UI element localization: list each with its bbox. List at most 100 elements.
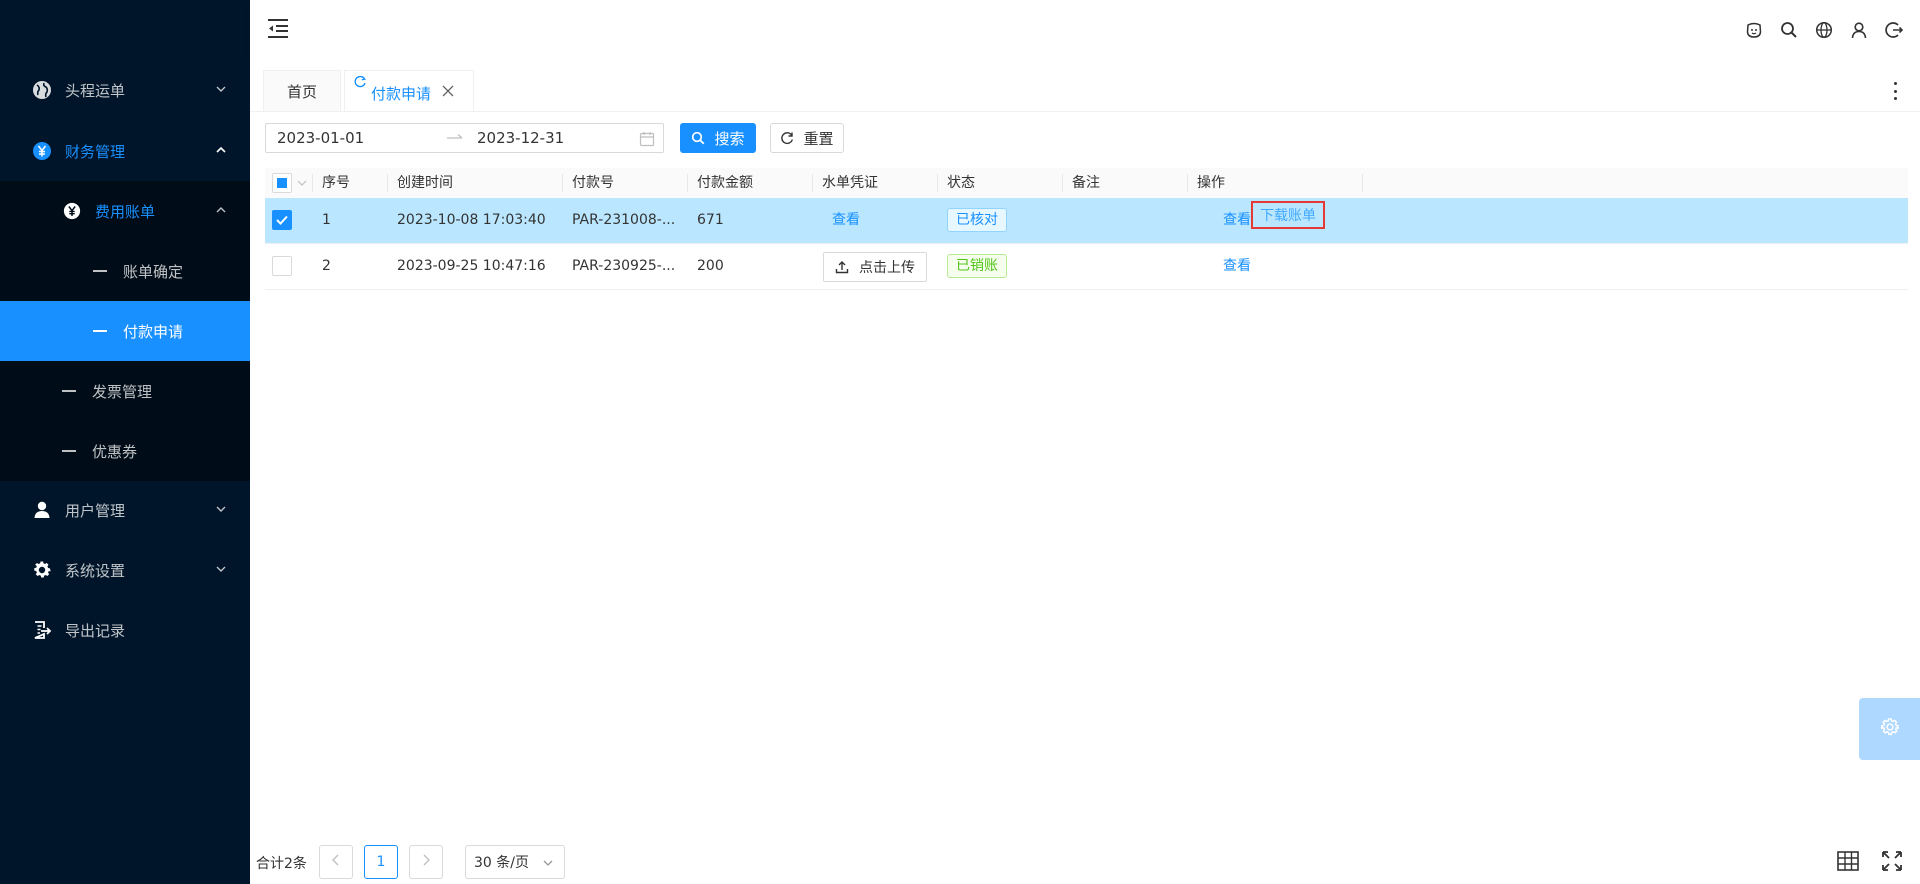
chevron-up-icon	[214, 143, 228, 157]
sidebar-item-label: 头程运单	[65, 81, 126, 100]
close-icon[interactable]	[441, 84, 455, 98]
dash-marker	[62, 390, 76, 392]
cell-actions: 查看 下载账单	[1187, 198, 1362, 243]
yen-circle-icon	[61, 200, 83, 222]
cell-remark	[1062, 244, 1187, 289]
column-header: 付款金额	[687, 168, 812, 198]
tab-label: 首页	[286, 82, 317, 101]
upload-button[interactable]: 点击上传	[823, 252, 927, 282]
view-link[interactable]: 查看	[1223, 244, 1251, 289]
view-link[interactable]: 查看	[1223, 198, 1251, 243]
fullscreen-icon[interactable]	[1879, 848, 1905, 874]
table-row[interactable]: 1 2023-10-08 17:03:40 PAR-231008-... 671…	[265, 198, 1908, 244]
gear-icon	[1879, 716, 1901, 742]
floating-settings-button[interactable]	[1859, 698, 1920, 760]
sidebar-item-label: 费用账单	[95, 202, 156, 221]
sidebar-item-label: 发票管理	[92, 382, 153, 401]
select-all-checkbox[interactable]	[272, 173, 292, 193]
next-page-button[interactable]	[409, 845, 443, 879]
robot-icon[interactable]	[1742, 18, 1766, 42]
sidebar-item-label: 系统设置	[65, 561, 126, 580]
page-size-select[interactable]: 30 条/页	[465, 845, 565, 879]
sidebar-item-label: 用户管理	[65, 501, 126, 520]
sidebar-item-coupon[interactable]: 优惠券	[0, 421, 250, 481]
prev-page-button[interactable]	[319, 845, 353, 879]
column-header: 付款号	[562, 168, 687, 198]
sidebar-item-bill-confirm[interactable]: 账单确定	[0, 241, 250, 301]
column-header-spacer	[1362, 168, 1372, 198]
reset-button[interactable]: 重置	[770, 123, 844, 153]
sidebar-item-system-settings[interactable]: 系统设置	[0, 540, 250, 600]
menu-fold-icon[interactable]	[266, 16, 290, 40]
status-badge: 已销账	[947, 254, 1007, 278]
table-header: 序号 创建时间 付款号 付款金额 水单凭证 状态 备注 操作	[265, 168, 1908, 199]
cell-status: 已销账	[937, 244, 1062, 289]
cell-amount: 200	[697, 258, 724, 274]
column-header: 备注	[1062, 168, 1187, 198]
refresh-icon[interactable]	[353, 75, 367, 89]
sidebar-item-label: 优惠券	[92, 442, 138, 461]
column-header: 序号	[312, 168, 387, 198]
sidebar-item-label: 导出记录	[65, 621, 126, 640]
start-date-input[interactable]	[275, 128, 439, 148]
user-icon[interactable]	[1847, 18, 1871, 42]
end-date-input[interactable]	[475, 128, 629, 148]
sidebar-item-payment-request[interactable]: 付款申请	[0, 301, 250, 361]
chevron-right-icon	[421, 854, 431, 870]
tab-payment-request[interactable]: 付款申请	[344, 70, 474, 111]
chevron-down-icon[interactable]	[297, 176, 307, 186]
upload-button-label: 点击上传	[859, 260, 915, 276]
search-button-label: 搜索	[714, 129, 745, 148]
chevron-up-icon	[214, 203, 228, 217]
sidebar-item-label: 账单确定	[123, 262, 184, 281]
reset-button-label: 重置	[803, 129, 834, 148]
cell-status: 已核对	[937, 198, 1062, 243]
calendar-icon[interactable]	[639, 131, 655, 147]
dash-marker	[93, 270, 107, 272]
globe-icon	[31, 79, 53, 101]
total-count: 合计2条	[256, 856, 307, 872]
search-icon	[691, 131, 705, 145]
sidebar-item-first-leg-waybill[interactable]: 头程运单	[0, 60, 250, 120]
date-range-picker[interactable]	[265, 123, 664, 153]
tab-home[interactable]: 首页	[263, 70, 341, 111]
chevron-left-icon	[331, 854, 341, 870]
cell-index: 2	[322, 258, 331, 274]
cell-remark	[1062, 198, 1187, 243]
column-header: 操作	[1187, 168, 1362, 198]
column-header: 创建时间	[387, 168, 562, 198]
globe-lang-icon[interactable]	[1812, 18, 1836, 42]
more-vertical-icon[interactable]	[1890, 82, 1900, 100]
yen-circle-icon	[31, 140, 53, 162]
download-bill-link[interactable]: 下载账单	[1260, 205, 1316, 225]
table-columns-icon[interactable]	[1835, 848, 1861, 874]
status-badge: 已核对	[947, 208, 1007, 232]
sidebar-item-finance[interactable]: 财务管理	[0, 121, 250, 181]
sidebar-item-export-records[interactable]: 导出记录	[0, 600, 250, 660]
search-icon[interactable]	[1777, 18, 1801, 42]
top-header	[250, 0, 1920, 60]
sidebar-item-user-management[interactable]: 用户管理	[0, 480, 250, 540]
sidebar-item-expense-bill[interactable]: 费用账单	[0, 181, 250, 241]
cell-index: 1	[322, 212, 331, 228]
sidebar-item-label: 财务管理	[65, 142, 126, 161]
table-row[interactable]: 2 2023-09-25 10:47:16 PAR-230925-... 200…	[265, 244, 1908, 290]
reload-icon	[780, 131, 794, 145]
cell-created-time: 2023-10-08 17:03:40	[397, 212, 546, 228]
download-bill-highlight: 下载账单	[1251, 201, 1325, 229]
sidebar-item-invoice[interactable]: 发票管理	[0, 361, 250, 421]
row-checkbox[interactable]	[272, 210, 292, 230]
view-voucher-link[interactable]: 查看	[832, 212, 860, 228]
page-size-value: 30 条/页	[474, 855, 529, 871]
gear-icon	[31, 559, 53, 581]
search-button[interactable]: 搜索	[680, 123, 756, 153]
sidebar: 头程运单 财务管理 费用账单 账单确定 付款申请 发票管理 优惠券 用户管理 系…	[0, 0, 250, 884]
chevron-down-icon	[214, 502, 228, 516]
logout-icon[interactable]	[1882, 18, 1906, 42]
cell-created-time: 2023-09-25 10:47:16	[397, 258, 546, 274]
sidebar-item-label: 付款申请	[123, 322, 184, 341]
cell-payment-no: PAR-230925-...	[572, 258, 676, 274]
row-checkbox[interactable]	[272, 256, 292, 276]
tab-label: 付款申请	[371, 85, 432, 103]
page-1-button[interactable]: 1	[364, 845, 398, 879]
